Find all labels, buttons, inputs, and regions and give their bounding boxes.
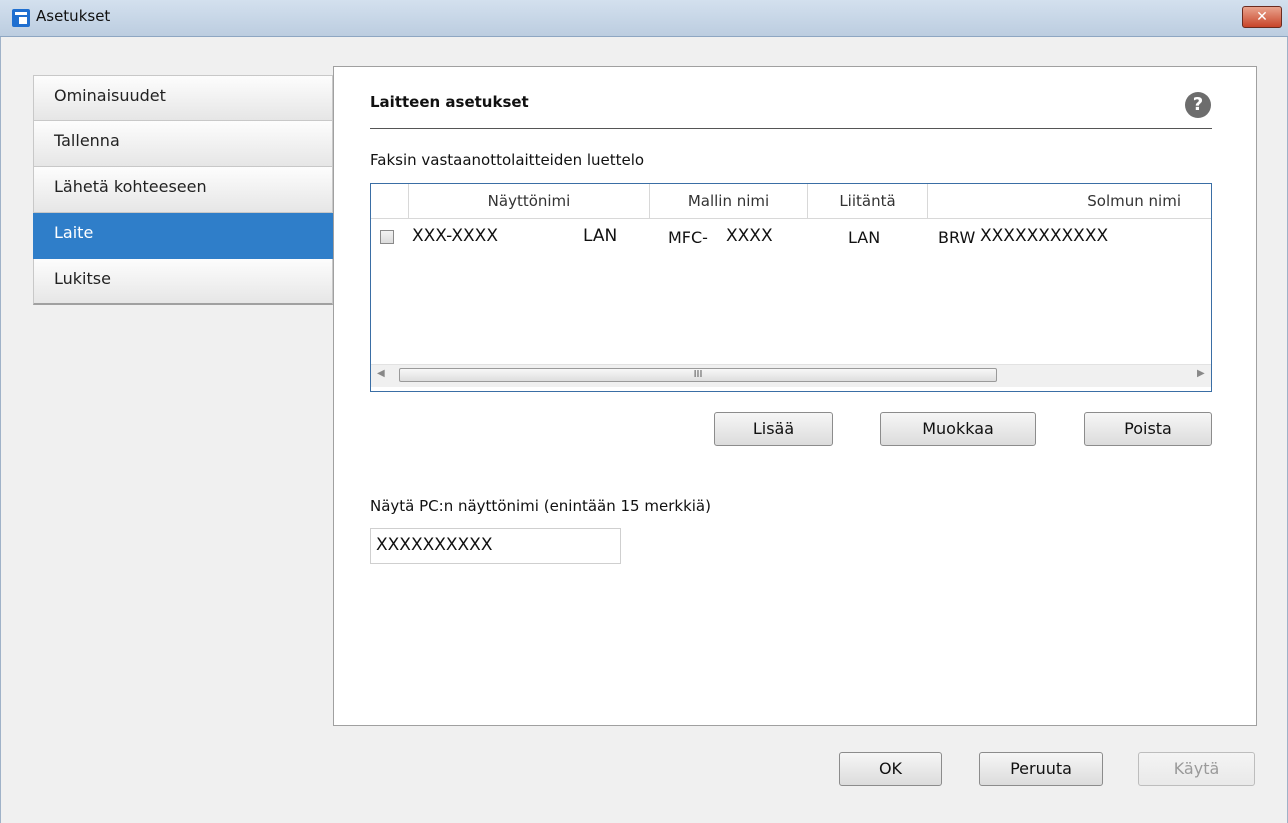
sidebar-item-laheta-kohteeseen[interactable]: Lähetä kohteeseen xyxy=(33,167,333,213)
close-button[interactable]: ✕ xyxy=(1242,6,1282,28)
pc-name-input[interactable]: XXXXXXXXXX xyxy=(370,528,621,564)
title-bar: Asetukset ✕ xyxy=(0,0,1288,37)
ok-button[interactable]: OK xyxy=(839,752,942,786)
scroll-thumb[interactable]: III xyxy=(399,368,997,382)
header-checkbox-column xyxy=(371,184,409,218)
column-header-node-name[interactable]: Solmun nimi xyxy=(928,184,1211,218)
sidebar: Ominaisuudet Tallenna Lähetä kohteeseen … xyxy=(33,75,333,305)
sidebar-item-lukitse[interactable]: Lukitse xyxy=(33,259,333,305)
section-divider xyxy=(370,128,1212,129)
table-row[interactable]: XXX-XXXX LAN MFC- XXXX LAN BRW XXXXXXXXX… xyxy=(371,222,1211,254)
delete-button[interactable]: Poista xyxy=(1084,412,1212,446)
sidebar-item-ominaisuudet[interactable]: Ominaisuudet xyxy=(33,75,333,121)
device-list[interactable]: Näyttönimi Mallin nimi Liitäntä Solmun n… xyxy=(370,183,1212,392)
section-title: Laitteen asetukset xyxy=(370,93,529,111)
column-header-interface[interactable]: Liitäntä xyxy=(808,184,928,218)
app-icon xyxy=(12,9,30,27)
horizontal-scrollbar[interactable]: ◀ III ▶ xyxy=(371,364,1211,387)
device-list-label: Faksin vastaanottolaitteiden luettelo xyxy=(370,151,645,169)
pc-name-label: Näytä PC:n näyttönimi (enintään 15 merkk… xyxy=(370,497,711,515)
sidebar-item-laite[interactable]: Laite xyxy=(33,213,333,259)
column-header-model-name[interactable]: Mallin nimi xyxy=(650,184,808,218)
settings-panel: Laitteen asetukset ? Faksin vastaanottol… xyxy=(333,66,1257,726)
edit-button[interactable]: Muokkaa xyxy=(880,412,1036,446)
apply-button[interactable]: Käytä xyxy=(1138,752,1255,786)
add-button[interactable]: Lisää xyxy=(714,412,833,446)
help-icon[interactable]: ? xyxy=(1185,92,1211,118)
cell-display-extra: LAN xyxy=(583,226,618,246)
cell-model-name: XXXX xyxy=(726,226,773,246)
cancel-button[interactable]: Peruuta xyxy=(979,752,1103,786)
scroll-left-icon[interactable]: ◀ xyxy=(377,368,385,379)
column-header-display-name[interactable]: Näyttönimi xyxy=(409,184,650,218)
scroll-right-icon[interactable]: ▶ xyxy=(1197,368,1205,379)
cell-interface: LAN xyxy=(848,228,881,247)
row-checkbox[interactable] xyxy=(380,230,394,244)
cell-model-prefix: MFC- xyxy=(668,228,708,247)
cell-display-name: XXX-XXXX xyxy=(412,226,498,246)
cell-node-name: XXXXXXXXXXX xyxy=(980,226,1109,246)
cell-node-prefix: BRW xyxy=(938,228,976,247)
list-header: Näyttönimi Mallin nimi Liitäntä Solmun n… xyxy=(371,184,1211,219)
window-title: Asetukset xyxy=(36,7,111,25)
sidebar-item-tallenna[interactable]: Tallenna xyxy=(33,121,333,167)
